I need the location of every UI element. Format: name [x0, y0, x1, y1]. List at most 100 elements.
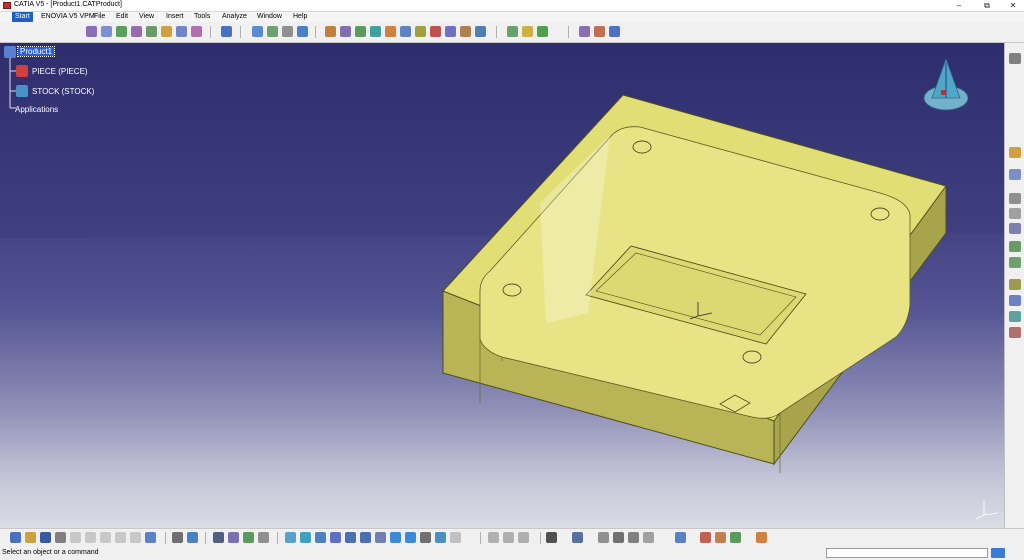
- right-toolbar-button-2[interactable]: [1009, 147, 1021, 158]
- toolbar-button-2[interactable]: [101, 26, 112, 37]
- toolbar-button-14[interactable]: [325, 26, 336, 37]
- menu-window[interactable]: Window: [257, 12, 282, 22]
- toolbar-button-4[interactable]: [131, 26, 142, 37]
- formula-button[interactable]: [172, 532, 183, 543]
- toolbar-button-12[interactable]: [282, 26, 293, 37]
- toolbar-button-b9[interactable]: [546, 532, 557, 543]
- zoom-in-button[interactable]: [345, 532, 356, 543]
- tree-item-applications[interactable]: Applications: [15, 105, 58, 114]
- toolbar-button-20[interactable]: [415, 26, 426, 37]
- toolbar-button-b14[interactable]: [643, 532, 654, 543]
- toolbar-button-5[interactable]: [146, 26, 157, 37]
- right-toolbar-button-1[interactable]: [1009, 53, 1021, 64]
- right-toolbar-button-3[interactable]: [1009, 169, 1021, 180]
- toolbar-button-b17[interactable]: [715, 532, 726, 543]
- part-icon[interactable]: [16, 65, 28, 77]
- catia-app-icon[interactable]: [3, 2, 11, 9]
- normal-view-button[interactable]: [375, 532, 386, 543]
- product-icon[interactable]: [4, 46, 16, 58]
- fly-mode-button[interactable]: [285, 532, 296, 543]
- menu-file[interactable]: File: [94, 12, 105, 22]
- menu-start[interactable]: Start: [12, 12, 33, 22]
- new-button[interactable]: [10, 532, 21, 543]
- toolbar-button-b15[interactable]: [675, 532, 686, 543]
- copy-button[interactable]: [85, 532, 96, 543]
- hide-show-button[interactable]: [420, 532, 431, 543]
- toolbar-button-b16[interactable]: [700, 532, 711, 543]
- toolbar-button-15[interactable]: [340, 26, 351, 37]
- right-toolbar-button-5[interactable]: [1009, 208, 1021, 219]
- toolbar-button-6[interactable]: [161, 26, 172, 37]
- toolbar-button-b1[interactable]: [213, 532, 224, 543]
- toolbar-button-b18[interactable]: [730, 532, 741, 543]
- toolbar-button-b7[interactable]: [503, 532, 514, 543]
- toolbar-button-21[interactable]: [430, 26, 441, 37]
- toolbar-button-19[interactable]: [400, 26, 411, 37]
- tree-item-piece[interactable]: PIECE (PIECE): [32, 67, 88, 76]
- part-icon[interactable]: [16, 85, 28, 97]
- right-toolbar-button-9[interactable]: [1009, 279, 1021, 290]
- menu-insert[interactable]: Insert: [166, 12, 184, 22]
- toolbar-button-9[interactable]: [221, 26, 232, 37]
- right-toolbar-button-7[interactable]: [1009, 241, 1021, 252]
- cut-button[interactable]: [70, 532, 81, 543]
- toolbar-button-27[interactable]: [537, 26, 548, 37]
- part-geometry[interactable]: [0, 43, 1004, 528]
- toolbar-button-24[interactable]: [475, 26, 486, 37]
- toolbar-button-b3[interactable]: [243, 532, 254, 543]
- toolbar-button-b8[interactable]: [518, 532, 529, 543]
- toolbar-button-16[interactable]: [355, 26, 366, 37]
- view-mode-button[interactable]: [405, 532, 416, 543]
- menu-view[interactable]: View: [139, 12, 154, 22]
- undo-button[interactable]: [115, 532, 126, 543]
- close-button[interactable]: ✕: [998, 0, 1024, 11]
- right-toolbar-button-6[interactable]: [1009, 223, 1021, 234]
- toolbar-button-1[interactable]: [86, 26, 97, 37]
- toolbar-button-7[interactable]: [176, 26, 187, 37]
- toolbar-button-b10[interactable]: [572, 532, 583, 543]
- tree-item-stock[interactable]: STOCK (STOCK): [32, 87, 94, 96]
- toolbar-button-30[interactable]: [609, 26, 620, 37]
- toolbar-button-b12[interactable]: [613, 532, 624, 543]
- toolbar-button-29[interactable]: [594, 26, 605, 37]
- help-button[interactable]: [145, 532, 156, 543]
- print-button[interactable]: [55, 532, 66, 543]
- right-toolbar-button-8[interactable]: [1009, 257, 1021, 268]
- compass-icon[interactable]: [923, 57, 969, 111]
- right-toolbar-button-4[interactable]: [1009, 193, 1021, 204]
- toolbar-button-b5[interactable]: [450, 532, 461, 543]
- tree-root-product1[interactable]: Product1: [16, 46, 56, 57]
- save-button[interactable]: [40, 532, 51, 543]
- toolbar-button-26[interactable]: [522, 26, 533, 37]
- toolbar-button-b4[interactable]: [258, 532, 269, 543]
- toolbar-button-18[interactable]: [385, 26, 396, 37]
- power-input-field[interactable]: [826, 548, 988, 558]
- menu-enovia[interactable]: ENOVIA V5 VPM: [41, 12, 95, 22]
- toolbar-button-3[interactable]: [116, 26, 127, 37]
- toolbar-button-11[interactable]: [267, 26, 278, 37]
- paste-button[interactable]: [100, 532, 111, 543]
- toolbar-button-28[interactable]: [579, 26, 590, 37]
- toolbar-button-22[interactable]: [445, 26, 456, 37]
- toolbar-button-23[interactable]: [460, 26, 471, 37]
- right-toolbar-button-12[interactable]: [1009, 327, 1021, 338]
- menu-tools[interactable]: Tools: [194, 12, 210, 22]
- menu-help[interactable]: Help: [293, 12, 307, 22]
- power-input-button[interactable]: [991, 548, 1005, 558]
- toolbar-button-17[interactable]: [370, 26, 381, 37]
- rotate-button[interactable]: [330, 532, 341, 543]
- toolbar-button-b19[interactable]: [756, 532, 767, 543]
- toolbar-button-25[interactable]: [507, 26, 518, 37]
- zoom-out-button[interactable]: [360, 532, 371, 543]
- 3d-viewport[interactable]: Product1 PIECE (PIECE) STOCK (STOCK) App…: [0, 43, 1004, 528]
- comment-button[interactable]: [187, 532, 198, 543]
- toolbar-button-b6[interactable]: [488, 532, 499, 543]
- toolbar-button-b2[interactable]: [228, 532, 239, 543]
- fit-all-button[interactable]: [300, 532, 311, 543]
- toolbar-button-b11[interactable]: [598, 532, 609, 543]
- menu-edit[interactable]: Edit: [116, 12, 128, 22]
- menu-analyze[interactable]: Analyze: [222, 12, 247, 22]
- right-toolbar-button-11[interactable]: [1009, 311, 1021, 322]
- open-button[interactable]: [25, 532, 36, 543]
- toolbar-button-10[interactable]: [252, 26, 263, 37]
